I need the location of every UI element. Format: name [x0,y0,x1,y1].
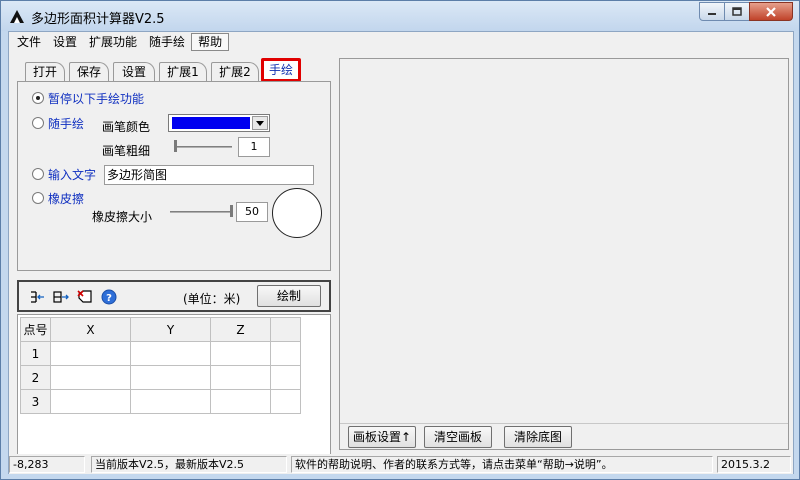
pen-width-slider-thumb[interactable] [174,140,177,152]
svg-text:?: ? [106,293,112,304]
drawing-canvas[interactable] [340,59,788,423]
cell-z[interactable] [210,365,271,390]
col-x[interactable]: X [50,317,131,342]
cell-x[interactable] [50,389,131,414]
pen-color-swatch [172,117,250,129]
cell-extra[interactable] [270,365,301,390]
canvas-panel: 画板设置↑ 清空画板 清除底图 [339,58,789,450]
title-bar: 多边形面积计算器V2.5 [1,1,799,31]
eraser-label: 橡皮擦 [48,192,85,206]
pause-label: 暂停以下手绘功能 [48,92,145,106]
pen-width-value[interactable]: 1 [238,137,270,157]
tab-strip: 打开 保存 设置 扩展1 扩展2 手绘 [17,58,333,82]
cell-extra[interactable] [270,389,301,414]
cell-x[interactable] [50,365,131,390]
canvas-button-bar: 画板设置↑ 清空画板 清除底图 [340,423,788,449]
text-input[interactable]: 多边形简图 [104,165,314,185]
pen-width-slider[interactable] [174,140,234,154]
table-toolbar: ? (单位：米) 绘制 [17,280,331,312]
append-point-icon[interactable] [53,289,69,305]
dropdown-arrow-icon [252,116,268,130]
handdraw-tab-panel: 暂停以下手绘功能 随手绘 画笔颜色 画笔粗细 1 输入文字 多边形简图 橡皮擦 … [17,81,331,271]
status-bar: -8,283 当前版本V2.5，最新版本V2.5 软件的帮助说明、作者的联系方式… [9,454,793,474]
col-extra[interactable] [270,317,301,342]
menu-freehand[interactable]: 随手绘 [143,33,191,51]
row-number: 3 [20,389,51,414]
radio-pause[interactable] [32,92,44,104]
left-panel: 打开 保存 设置 扩展1 扩展2 手绘 暂停以下手绘功能 随手绘 画笔颜色 画笔… [17,58,333,474]
status-version: 当前版本V2.5，最新版本V2.5 [91,456,287,473]
text-label: 输入文字 [48,168,97,182]
menu-settings[interactable]: 设置 [47,33,83,51]
delete-point-icon[interactable] [77,289,93,305]
pen-color-select[interactable] [168,114,270,132]
remove-background-button[interactable]: 清除底图 [504,426,572,448]
app-window: 多边形面积计算器V2.5 文件 设置 扩展功能 随手绘 帮助 打开 保存 设置 … [0,0,800,480]
table-row: 3 [20,389,301,414]
tab-save[interactable]: 保存 [69,62,109,82]
radio-text[interactable] [32,168,44,180]
menu-help[interactable]: 帮助 [191,33,230,51]
eraser-size-label: 橡皮擦大小 [92,210,153,224]
insert-point-icon[interactable] [29,289,45,305]
canvas-settings-button[interactable]: 画板设置↑ [348,426,416,448]
menu-bar: 文件 设置 扩展功能 随手绘 帮助 [9,32,793,52]
maximize-icon [732,6,742,16]
freehand-label: 随手绘 [48,117,85,131]
cell-y[interactable] [130,341,211,366]
radio-eraser[interactable] [32,192,44,204]
row-number: 2 [20,365,51,390]
status-date: 2015.3.2 [717,456,791,473]
draw-button[interactable]: 绘制 [257,285,321,307]
pen-color-label: 画笔颜色 [102,120,151,134]
tab-ext1[interactable]: 扩展1 [159,62,207,82]
help-icon[interactable]: ? [101,289,117,305]
eraser-size-value[interactable]: 50 [236,202,268,222]
clear-canvas-button[interactable]: 清空画板 [424,426,492,448]
eraser-preview-circle [272,188,322,238]
app-logo-icon [10,10,24,23]
status-coords: -8,283 [9,456,85,473]
unit-label: (单位：米) [183,292,241,306]
coordinate-grid: 点号 X Y Z 1 2 3 [17,314,331,474]
col-point-no[interactable]: 点号 [20,317,51,342]
tab-settings[interactable]: 设置 [113,62,155,82]
radio-freehand[interactable] [32,117,44,129]
table-row: 1 [20,341,301,366]
cell-z[interactable] [210,341,271,366]
row-number: 1 [20,341,51,366]
col-y[interactable]: Y [130,317,211,342]
cell-x[interactable] [50,341,131,366]
table-row: 2 [20,365,301,390]
close-icon [766,6,776,17]
eraser-size-slider[interactable] [170,205,234,219]
minimize-button[interactable] [699,2,725,21]
close-button[interactable] [749,2,793,21]
client-area: 文件 设置 扩展功能 随手绘 帮助 打开 保存 设置 扩展1 扩展2 手绘 暂停… [8,31,794,474]
cell-z[interactable] [210,389,271,414]
window-title: 多边形面积计算器V2.5 [31,12,165,27]
minimize-icon [708,12,716,15]
menu-file[interactable]: 文件 [11,33,47,51]
points-table: 点号 X Y Z 1 2 3 [20,317,301,414]
menu-extensions[interactable]: 扩展功能 [83,33,143,51]
tab-handdraw[interactable]: 手绘 [261,58,301,82]
cell-y[interactable] [130,389,211,414]
tab-ext2[interactable]: 扩展2 [211,62,259,82]
maximize-button[interactable] [724,2,750,21]
eraser-size-slider-thumb[interactable] [230,205,233,217]
tab-open[interactable]: 打开 [25,62,65,82]
status-help: 软件的帮助说明、作者的联系方式等，请点击菜单“帮助→说明”。 [291,456,713,473]
pen-width-label: 画笔粗细 [102,144,151,158]
col-z[interactable]: Z [210,317,271,342]
cell-y[interactable] [130,365,211,390]
cell-extra[interactable] [270,341,301,366]
